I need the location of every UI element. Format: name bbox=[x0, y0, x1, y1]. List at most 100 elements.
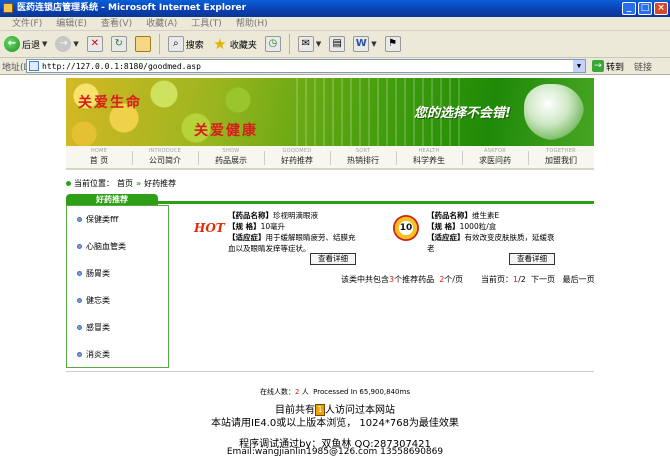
product-info: 【药品名称】珍视明滴眼液 【规 格】10毫升 【适应症】用于缓解眼睛疲劳、结膜充… bbox=[228, 210, 360, 254]
menu-view[interactable]: 查看(V) bbox=[101, 17, 132, 30]
nav-goodmed[interactable]: GOODMED 好药推荐 bbox=[264, 146, 330, 168]
product-spec: 10毫升 bbox=[260, 222, 286, 231]
back-button[interactable]: ← 后退 ▼ bbox=[2, 33, 49, 55]
messenger-icon: ⚑ bbox=[384, 36, 401, 52]
window-titlebar: 医药连锁店管理系统 - Microsoft Internet Explorer … bbox=[0, 0, 670, 17]
sidebar-item-stomach[interactable]: 肠胃类 bbox=[77, 268, 110, 279]
mail-dropdown-icon[interactable]: ▼ bbox=[316, 40, 321, 48]
nav-cn-label: 好药推荐 bbox=[281, 156, 313, 165]
print-icon: ▤ bbox=[329, 36, 346, 52]
nav-together[interactable]: TOGETHER 加盟我们 bbox=[528, 146, 594, 168]
nav-cn-label: 药品展示 bbox=[215, 156, 247, 165]
close-button[interactable]: × bbox=[654, 2, 668, 15]
product-name-row: 【药品名称】珍视明滴眼液 bbox=[228, 210, 360, 221]
nav-show[interactable]: SHOW 药品展示 bbox=[198, 146, 264, 168]
field-label: 【适应症】 bbox=[427, 233, 465, 242]
back-dropdown-icon[interactable]: ▼ bbox=[42, 40, 47, 48]
minimize-button[interactable]: _ bbox=[622, 2, 636, 15]
nav-introduce[interactable]: INTRODUCE 公司简介 bbox=[132, 146, 198, 168]
maximize-button[interactable]: □ bbox=[638, 2, 652, 15]
browser-note: 本站请用IE4.0或以上版本浏览， 1024*768为最佳效果 bbox=[211, 418, 459, 429]
online-unit: 人 bbox=[301, 388, 309, 396]
product-name-row: 【药品名称】维生素E bbox=[427, 210, 559, 221]
nav-cn-label: 公司简介 bbox=[149, 156, 181, 165]
site-banner: 关爱生命 关爱健康 您的选择不会错! bbox=[66, 78, 594, 146]
field-label: 【适应症】 bbox=[228, 233, 266, 242]
bullet-icon bbox=[66, 181, 71, 186]
window-controls: _ □ × bbox=[622, 2, 668, 15]
stop-button[interactable]: ✕ bbox=[85, 33, 105, 55]
toolbar-separator bbox=[158, 34, 160, 54]
view-detail-button[interactable]: 查看详细 bbox=[509, 253, 555, 265]
favorites-button[interactable]: ★ 收藏夹 bbox=[210, 33, 259, 55]
messenger-button[interactable]: ⚑ bbox=[383, 33, 403, 55]
breadcrumb: 当前位置： 首页 » 好药推荐 bbox=[66, 178, 176, 189]
online-label: 在线人数： bbox=[260, 388, 296, 396]
address-bar: 地址(D) http://127.0.0.1:8180/goodmed.asp … bbox=[0, 58, 670, 75]
sidebar-item-health-care[interactable]: 保健类fff bbox=[77, 214, 118, 225]
print-button[interactable]: ▤ bbox=[327, 33, 347, 55]
nav-cn-label: 求医问药 bbox=[479, 156, 511, 165]
home-button[interactable] bbox=[133, 33, 153, 55]
sidebar-item-anti-inflammatory[interactable]: 消炎类 bbox=[77, 349, 110, 360]
page-icon bbox=[29, 61, 39, 71]
address-dropdown-icon[interactable]: ▼ bbox=[573, 60, 585, 72]
pager-summary: 该类中共包含3个推荐药品 2个/页 bbox=[341, 274, 463, 285]
banner-slogan-health: 关爱健康 bbox=[194, 123, 258, 139]
pager-summary-pre: 该类中共包含 bbox=[341, 275, 389, 284]
pager-summary-mid: 个推荐药品 bbox=[394, 275, 435, 284]
mail-button[interactable]: ✉ ▼ bbox=[296, 33, 323, 55]
menu-file[interactable]: 文件(F) bbox=[12, 17, 42, 30]
forward-button[interactable]: → ▼ bbox=[53, 33, 80, 55]
nav-en-label: TOGETHER bbox=[546, 148, 576, 154]
nav-en-label: INTRODUCE bbox=[148, 148, 182, 154]
menu-tools[interactable]: 工具(T) bbox=[191, 17, 222, 30]
sidebar-item-memory[interactable]: 健忘类 bbox=[77, 295, 110, 306]
last-page-link[interactable]: 最后一页 bbox=[563, 275, 595, 284]
breadcrumb-arrow-icon: » bbox=[136, 179, 142, 188]
menu-favorites[interactable]: 收藏(A) bbox=[146, 17, 177, 30]
sidebar-item-label: 心脑血管类 bbox=[86, 242, 126, 251]
address-input[interactable]: http://127.0.0.1:8180/goodmed.asp ▼ bbox=[26, 59, 586, 73]
sidebar-item-cold[interactable]: 感冒类 bbox=[77, 322, 110, 333]
nav-sort[interactable]: SORT 热销排行 bbox=[330, 146, 396, 168]
main-nav: HOME 首 页 INTRODUCE 公司简介 SHOW 药品展示 GOODMED 好药… bbox=[66, 146, 594, 170]
history-icon: ◷ bbox=[264, 36, 281, 52]
history-button[interactable]: ◷ bbox=[263, 33, 283, 55]
refresh-button[interactable]: ↻ bbox=[109, 33, 129, 55]
product-name: 维生素E bbox=[472, 211, 500, 220]
menu-help[interactable]: 帮助(H) bbox=[236, 17, 268, 30]
field-label: 【规 格】 bbox=[427, 222, 460, 231]
links-button[interactable]: 链接 bbox=[634, 60, 652, 73]
forward-dropdown-icon[interactable]: ▼ bbox=[73, 40, 78, 48]
pager-current-label: 当前页： bbox=[481, 275, 513, 284]
nav-home[interactable]: HOME 首 页 bbox=[66, 146, 132, 168]
processed-time: Processed In 65,900,840ms bbox=[313, 388, 410, 396]
view-detail-button[interactable]: 查看详细 bbox=[310, 253, 356, 265]
banner-slogan-choice: 您的选择不会错! bbox=[414, 106, 511, 121]
next-page-link[interactable]: 下一页 bbox=[531, 275, 555, 284]
sidebar-item-cardio[interactable]: 心脑血管类 bbox=[77, 241, 126, 252]
nav-en-label: SORT bbox=[355, 148, 371, 154]
bullet-icon bbox=[77, 271, 82, 276]
product-spec: 1000粒/盒 bbox=[459, 222, 497, 231]
edit-dropdown-icon[interactable]: ▼ bbox=[371, 40, 376, 48]
breadcrumb-prefix: 当前位置： bbox=[74, 179, 114, 188]
nav-health[interactable]: HEALTH 科学养生 bbox=[396, 146, 462, 168]
search-button[interactable]: ⌕ 搜索 bbox=[166, 33, 206, 55]
address-label: 地址(D) bbox=[2, 62, 26, 73]
hot-badge-image[interactable]: HOT bbox=[194, 215, 225, 241]
nav-askfor[interactable]: ASKFOR 求医问药 bbox=[462, 146, 528, 168]
go-button[interactable]: → 转到 bbox=[592, 60, 624, 73]
bullet-icon bbox=[77, 325, 82, 330]
bullet-icon bbox=[77, 298, 82, 303]
web-page: 关爱生命 关爱健康 您的选择不会错! HOME 首 页 INTRODUCE 公司简介… bbox=[0, 75, 670, 466]
banner-hand-graphic bbox=[524, 84, 584, 140]
breadcrumb-home-link[interactable]: 首页 bbox=[117, 178, 133, 189]
product-badge-image[interactable]: 10 bbox=[393, 215, 419, 241]
word-edit-icon: W bbox=[353, 36, 370, 52]
edit-button[interactable]: W ▼ bbox=[351, 33, 378, 55]
nav-en-label: HOME bbox=[90, 148, 108, 154]
home-icon bbox=[134, 36, 151, 52]
menu-edit[interactable]: 编辑(E) bbox=[56, 17, 87, 30]
